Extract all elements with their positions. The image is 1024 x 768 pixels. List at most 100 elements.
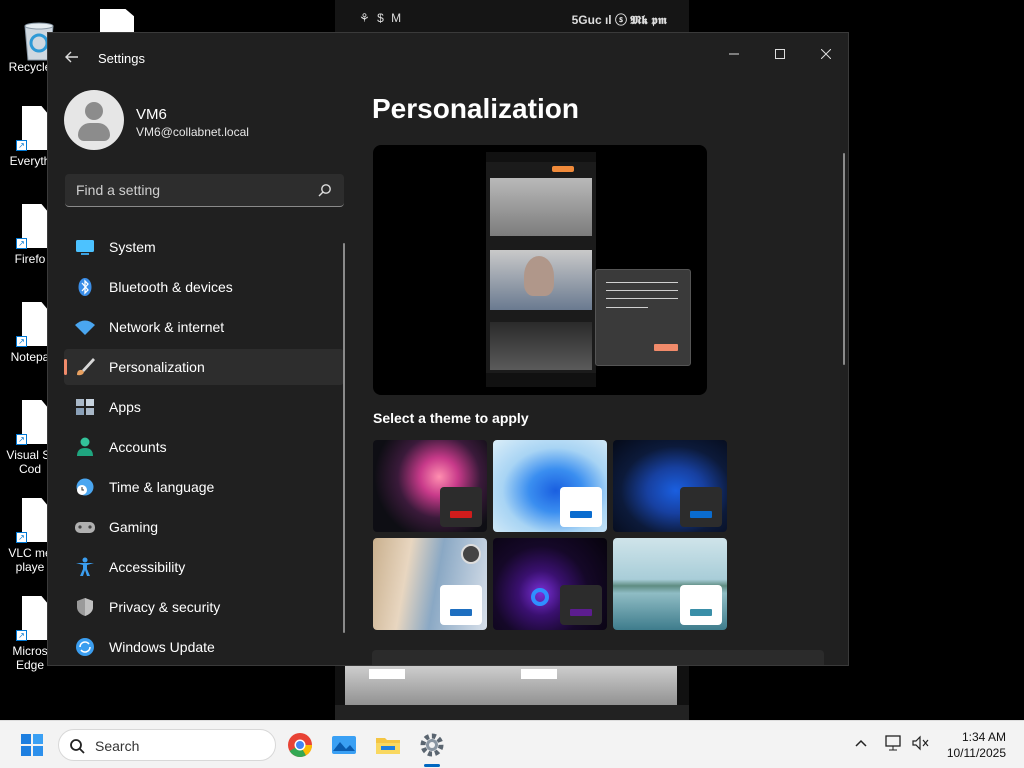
sidebar-item-label: Gaming — [109, 519, 159, 535]
preview-face — [524, 256, 554, 296]
sidebar-item-apps[interactable]: Apps — [64, 389, 344, 425]
search-box[interactable] — [65, 174, 344, 207]
theme-tile-glow[interactable] — [373, 440, 487, 532]
theme-preview — [373, 145, 707, 395]
back-button[interactable] — [60, 47, 84, 69]
shortcut-arrow-icon: ↗ — [16, 434, 27, 445]
sidebar-item-label: Privacy & security — [109, 599, 221, 615]
sidebar-item-label: Apps — [109, 399, 141, 415]
avatar-body — [78, 123, 110, 141]
preview-text-line — [606, 307, 648, 308]
paintbrush-icon — [77, 358, 95, 376]
page-title: Personalization — [372, 93, 579, 124]
shield-icon — [77, 598, 93, 616]
theme-tile-windows-light[interactable] — [493, 440, 607, 532]
sidebar-item-personalization[interactable]: Personalization — [64, 349, 344, 385]
taskbar-chrome[interactable] — [284, 729, 316, 761]
shortcut-arrow-icon: ↗ — [16, 336, 27, 347]
accessibility-icon — [76, 557, 94, 576]
clock-globe-icon — [76, 478, 94, 496]
theme-tile-flow[interactable] — [493, 538, 607, 630]
theme-swatch — [560, 585, 602, 625]
bluetooth-icon — [78, 278, 92, 296]
sidebar-item-gaming[interactable]: Gaming — [64, 509, 344, 545]
chevron-up-icon[interactable] — [855, 738, 867, 748]
theme-swatch — [440, 585, 482, 625]
sidebar-item-label: Bluetooth & devices — [109, 279, 233, 295]
theme-swatch — [680, 487, 722, 527]
gamepad-icon — [75, 522, 95, 533]
theme-accent-bar — [570, 609, 592, 616]
sidebar-item-system[interactable]: System — [64, 229, 344, 265]
slideshow-icon — [461, 544, 481, 564]
shortcut-arrow-icon: ↗ — [16, 630, 27, 641]
taskbar-search[interactable]: Search — [58, 729, 276, 761]
phone-nav-bar — [335, 705, 689, 720]
desktop-file-icon[interactable] — [100, 9, 134, 33]
theme-accent-bar — [690, 511, 712, 518]
theme-accent-bar — [570, 511, 592, 518]
theme-swatch — [440, 487, 482, 527]
sidebar-item-label: Network & internet — [109, 319, 225, 335]
sidebar-scrollbar[interactable] — [343, 243, 345, 633]
sidebar-item-accounts[interactable]: Accounts — [64, 429, 344, 465]
ceiling-light — [521, 669, 557, 679]
ceiling-light — [369, 669, 405, 679]
preview-thumbnail — [490, 250, 592, 310]
preview-accent-button — [654, 344, 678, 351]
preview-dialog-window — [595, 269, 691, 366]
avatar-head — [85, 102, 103, 120]
arrow-left-icon — [65, 51, 78, 63]
search-icon — [318, 184, 331, 197]
theme-tile-sunrise[interactable] — [613, 538, 727, 630]
chrome-icon — [288, 733, 312, 758]
sidebar-item-bluetooth[interactable]: Bluetooth & devices — [64, 269, 344, 305]
search-input[interactable] — [65, 174, 344, 206]
sidebar-item-label: Accounts — [109, 439, 167, 455]
settings-window: Settings VM6 VM6@collabnet.local System … — [47, 32, 849, 666]
sidebar-item-windows-update[interactable]: Windows Update — [64, 629, 344, 665]
user-email: VM6@collabnet.local — [136, 125, 249, 139]
update-icon — [76, 638, 94, 656]
avatar[interactable] — [64, 90, 124, 150]
sidebar-item-label: Time & language — [109, 479, 215, 495]
sidebar-item-privacy-security[interactable]: Privacy & security — [64, 589, 344, 625]
preview-text-line — [606, 282, 678, 283]
phone-camera-feed — [345, 665, 677, 710]
shortcut-arrow-icon: ↗ — [16, 238, 27, 249]
clock-time: 1:34 AM — [961, 730, 1006, 744]
sidebar-item-label: Personalization — [109, 359, 205, 375]
theme-accent-bar — [450, 609, 472, 616]
flow-ring-icon — [531, 588, 549, 606]
settings-card[interactable] — [372, 650, 824, 665]
taskbar-file-explorer[interactable] — [372, 729, 404, 761]
preview-status-bar — [486, 152, 596, 162]
gear-icon — [420, 733, 444, 757]
sidebar-item-label: Windows Update — [109, 639, 215, 655]
preview-nav-bar — [486, 373, 596, 387]
sidebar-item-label: System — [109, 239, 156, 255]
sidebar-item-accessibility[interactable]: Accessibility — [64, 549, 344, 585]
preview-thumbnail — [490, 322, 592, 370]
taskbar: Search 1:34 AM 10/11/2025 — [0, 720, 1024, 768]
network-icon[interactable] — [885, 735, 903, 751]
volume-muted-icon[interactable] — [912, 735, 930, 751]
system-clock[interactable]: 1:34 AM 10/11/2025 — [947, 729, 1006, 761]
clock-date: 10/11/2025 — [946, 746, 1006, 760]
apps-icon — [76, 399, 94, 415]
theme-swatch — [680, 585, 722, 625]
nav-list: System Bluetooth & devices Network & int… — [64, 229, 344, 665]
shortcut-arrow-icon: ↗ — [16, 140, 27, 151]
taskbar-photos[interactable] — [328, 729, 360, 761]
windows-start-icon[interactable] — [20, 733, 44, 757]
taskbar-settings[interactable] — [416, 729, 448, 767]
main-content: Personalization Select a theme to apply — [372, 33, 842, 665]
preview-badge — [552, 166, 574, 172]
folder-icon — [376, 738, 400, 754]
sidebar-item-network[interactable]: Network & internet — [64, 309, 344, 345]
content-scrollbar[interactable] — [843, 153, 845, 365]
theme-tile-windows-dark[interactable] — [613, 440, 727, 532]
theme-tile-captured-motion[interactable] — [373, 538, 487, 630]
phone-status-bar: ⚘ $ M 5Guc ıl ⓢ 𝕸𝖐 𝖕𝖒 — [335, 0, 689, 34]
sidebar-item-time-language[interactable]: Time & language — [64, 469, 344, 505]
